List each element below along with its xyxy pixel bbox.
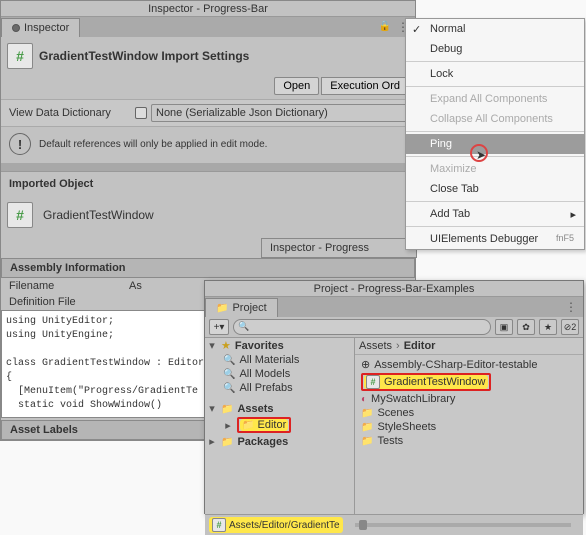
project-window: Project - Progress-Bar-Examples Project … xyxy=(204,280,584,514)
search-icon xyxy=(223,368,235,380)
menu-uielements-debugger[interactable]: UIElements DebuggerfnF5 xyxy=(406,229,584,249)
cursor-icon: ➤ xyxy=(470,144,490,164)
context-menu: Normal Debug Lock Expand All Components … xyxy=(405,18,585,250)
imported-hash-icon: # xyxy=(7,202,33,228)
kebab-menu-icon[interactable] xyxy=(565,300,577,314)
imported-object-name: GradientTestWindow xyxy=(43,208,154,222)
imported-object-header: Imported Object xyxy=(1,171,415,196)
menu-lock[interactable]: Lock xyxy=(406,64,584,84)
menu-expand-all: Expand All Components xyxy=(406,89,584,109)
footer-path: Assets/Editor/GradientTe xyxy=(229,520,340,531)
script-hash-icon: # xyxy=(212,518,226,532)
folder-icon xyxy=(242,419,254,431)
project-tree: ▾★Favorites All Materials All Models All… xyxy=(205,338,355,514)
folder-icon xyxy=(221,403,233,415)
filter-by-label-button[interactable]: ✿ xyxy=(517,319,535,335)
menu-maximize: Maximize xyxy=(406,159,584,179)
project-window-title: Project - Progress-Bar-Examples xyxy=(205,281,583,297)
folder-icon xyxy=(361,407,373,419)
info-dot-icon xyxy=(12,24,20,32)
script-hash-icon: # xyxy=(366,375,380,389)
inspector-body: # GradientTestWindow Import Settings Ope… xyxy=(1,37,415,163)
view-data-field[interactable]: None (Serializable Json Dictionary) xyxy=(151,104,407,122)
folder-icon xyxy=(221,436,233,448)
breadcrumb-editor[interactable]: Editor xyxy=(404,340,436,352)
circle-icon: ⊕ xyxy=(361,358,370,371)
inspector-tab[interactable]: Inspector xyxy=(1,18,80,37)
breadcrumb: Assets › Editor xyxy=(355,338,583,355)
script-hash-icon: # xyxy=(7,43,33,69)
inspector-tab-label: Inspector xyxy=(24,22,69,34)
folder-icon xyxy=(361,435,373,447)
menu-debug[interactable]: Debug xyxy=(406,39,584,59)
folder-tab-icon xyxy=(216,302,228,314)
info-message: Default references will only be applied … xyxy=(39,139,267,150)
menu-close-tab[interactable]: Close Tab xyxy=(406,179,584,199)
definition-file-label: Definition File xyxy=(9,296,129,308)
all-materials[interactable]: All Materials xyxy=(205,353,354,367)
nested-inspector-tab[interactable]: Inspector - Progress xyxy=(261,238,417,258)
filename-value: As xyxy=(129,280,142,292)
hidden-packages-button[interactable]: ⊘2 xyxy=(561,319,579,335)
menu-normal[interactable]: Normal xyxy=(406,19,584,39)
filename-label: Filename xyxy=(9,280,129,292)
asset-gradienttest[interactable]: #GradientTestWindow xyxy=(357,372,581,392)
project-tab-label: Project xyxy=(232,302,266,314)
create-button[interactable]: +▾ xyxy=(209,319,229,335)
star-icon: ★ xyxy=(221,339,231,352)
asset-swatch[interactable]: MySwatchLibrary xyxy=(357,392,581,406)
view-data-checkbox[interactable] xyxy=(135,107,147,119)
folder-icon xyxy=(361,421,373,433)
icon-size-slider[interactable] xyxy=(355,523,571,527)
lock-icon[interactable] xyxy=(379,20,391,34)
project-tab[interactable]: Project xyxy=(205,298,278,317)
breadcrumb-assets[interactable]: Assets xyxy=(359,340,392,352)
all-models[interactable]: All Models xyxy=(205,367,354,381)
favorite-button[interactable]: ★ xyxy=(539,319,557,335)
open-button[interactable]: Open xyxy=(274,77,319,95)
assets-node[interactable]: ▾Assets xyxy=(205,401,354,416)
view-data-label: View Data Dictionary xyxy=(9,107,131,119)
asset-scenes[interactable]: Scenes xyxy=(357,406,581,420)
project-content-list: ⊕Assembly-CSharp-Editor-testable #Gradie… xyxy=(355,355,583,450)
packages-node[interactable]: ▸Packages xyxy=(205,434,354,449)
menu-ping[interactable]: Ping xyxy=(406,134,584,154)
editor-folder[interactable]: ▸ Editor xyxy=(205,416,354,434)
asset-tests[interactable]: Tests xyxy=(357,434,581,448)
execution-order-button[interactable]: Execution Ord xyxy=(321,77,409,95)
menu-add-tab[interactable]: Add Tab xyxy=(406,204,584,224)
inspector-tab-strip: Inspector xyxy=(1,17,415,37)
menu-collapse-all: Collapse All Components xyxy=(406,109,584,129)
filter-by-type-button[interactable]: ▣ xyxy=(495,319,513,335)
search-icon xyxy=(223,354,235,366)
inspector-window-title: Inspector - Progress-Bar xyxy=(1,1,415,17)
project-footer: #Assets/Editor/GradientTe xyxy=(205,514,583,535)
project-search-input[interactable] xyxy=(233,319,491,335)
import-settings-title: GradientTestWindow Import Settings xyxy=(39,49,409,63)
info-icon: ! xyxy=(9,133,31,155)
asset-stylesheets[interactable]: StyleSheets xyxy=(357,420,581,434)
assembly-info-header[interactable]: Assembly Information xyxy=(1,258,415,278)
all-prefabs[interactable]: All Prefabs xyxy=(205,381,354,395)
swatch-icon xyxy=(361,393,367,405)
asset-asmdef[interactable]: ⊕Assembly-CSharp-Editor-testable xyxy=(357,357,581,372)
eye-slash-icon: ⊘ xyxy=(564,322,572,333)
favorites-node[interactable]: ▾★Favorites xyxy=(205,338,354,353)
search-icon xyxy=(223,382,235,394)
